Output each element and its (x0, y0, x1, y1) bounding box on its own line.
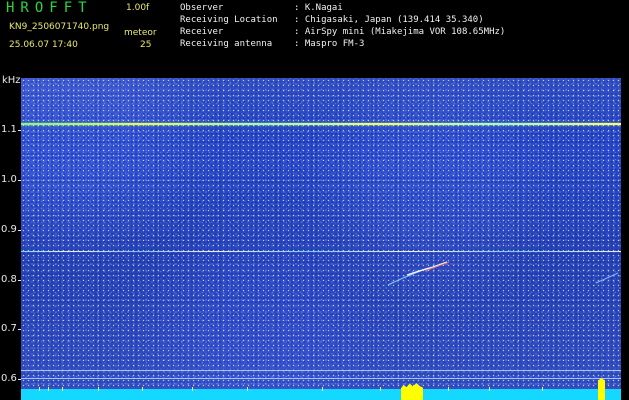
y-tick-1-0: 1.0 (1, 174, 17, 185)
file-name: KN9_2506071740.png (9, 22, 110, 32)
meteor-label: meteor (124, 28, 157, 38)
receiver-value: : AirSpy mini (Miakejima VOR 108.65MHz) (294, 27, 506, 37)
version-label: 1.00f (126, 3, 150, 13)
reference-signal-1-11khz (21, 123, 621, 125)
y-tick-0-9: 0.9 (1, 224, 17, 235)
reference-line-lower (21, 378, 621, 379)
antenna-value: : Maspro FM-3 (294, 39, 365, 49)
meteor-traces (387, 261, 619, 286)
y-tick-0-8: 0.8 (1, 274, 17, 285)
app-title: HROFFT (6, 0, 93, 16)
location-value: : Chigasaki, Japan (139.414 35.340) (294, 15, 484, 25)
y-tick-0-7: 0.7 (1, 323, 17, 334)
observer-value: : K.Nagai (294, 3, 343, 13)
header-bar: HROFFT 1.00f KN9_2506071740.png 25.06.07… (0, 0, 629, 78)
meteor-count: 25 (140, 40, 152, 50)
frequency-unit: kHz (2, 75, 21, 86)
reference-line-upper (21, 370, 621, 371)
reference-signal-0-855khz (21, 251, 621, 252)
location-label: Receiving Location (180, 15, 278, 25)
timestamp: 25.06.07 17:40 (9, 40, 78, 50)
spectrogram-plot (21, 78, 621, 400)
y-tick-1-1: 1.1 (1, 124, 17, 135)
observer-label: Observer (180, 3, 224, 13)
antenna-label: Receiving antenna (180, 39, 273, 49)
signal-strength-bar (21, 387, 621, 400)
receiver-label: Receiver (180, 27, 224, 37)
signal-burst-right (598, 378, 605, 400)
y-tick-0-6: 0.6 (1, 373, 17, 384)
